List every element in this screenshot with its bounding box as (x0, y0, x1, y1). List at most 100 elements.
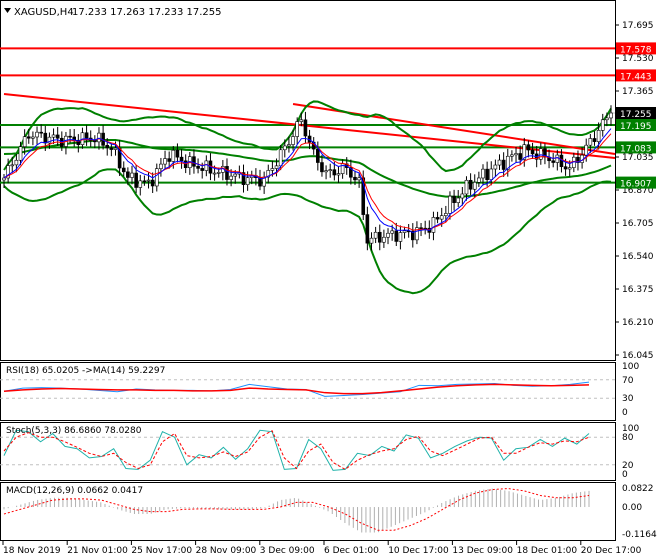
candle-body (382, 236, 386, 243)
candle-body (526, 144, 531, 151)
panel-frame (0, 0, 616, 361)
candle-body (126, 171, 130, 178)
ohlc-readout: 17.233 17.263 17.233 17.255 (72, 7, 222, 18)
candle-body (134, 172, 138, 188)
x-tick-label: 13 Dec 09:00 (452, 546, 513, 556)
candle-body (431, 217, 436, 233)
candle-body (93, 140, 97, 143)
candle-body (55, 134, 60, 139)
x-tick-label: 18 Nov 2019 (3, 546, 61, 556)
candle-body (270, 168, 275, 171)
candle-body (481, 168, 485, 179)
chart-canvas[interactable]: 17.69517.53017.36517.03516.87016.70516.5… (0, 0, 660, 560)
x-tick-label: 18 Dec 01:00 (517, 546, 578, 556)
candle-body (369, 237, 374, 244)
candle-body (142, 180, 147, 183)
candle-body (97, 132, 101, 143)
macd-label: MACD(12,26,9) 0.0662 0.0417 (6, 486, 143, 496)
x-tick-label: 10 Dec 17:00 (388, 546, 449, 556)
candle-body (501, 159, 506, 170)
candle-body (10, 164, 15, 167)
candle-body (175, 149, 180, 158)
candle-body (435, 217, 440, 220)
candle-body (336, 173, 341, 176)
indicator-tick-label: 0.0822 (622, 484, 654, 494)
candle-body (229, 175, 233, 180)
candle-body (192, 156, 196, 167)
stoch-label: Stoch(5,3,3) 86.6860 78.0280 (6, 426, 142, 436)
candle-body (444, 213, 448, 216)
candle-body (287, 144, 291, 147)
indicator-tick-label: -0.1164 (622, 530, 657, 540)
chart-title: XAGUSD,H4 (14, 7, 74, 18)
candle-body (592, 138, 597, 142)
dropdown-triangle-icon[interactable] (4, 8, 11, 13)
candle-body (398, 232, 403, 242)
candle-body (332, 169, 337, 176)
candle-body (419, 227, 423, 230)
x-tick-label: 25 Nov 17:00 (131, 546, 192, 556)
candle-body (600, 119, 605, 131)
candle-body (386, 232, 390, 238)
level-tag-label: 17.083 (620, 144, 652, 154)
indicator-tick-label: 30 (622, 394, 634, 404)
candle-body (109, 147, 114, 150)
candle-body (477, 177, 481, 183)
candle-body (510, 154, 514, 157)
candle-body (448, 195, 452, 214)
candle-body (584, 144, 589, 156)
level-tag-label: 17.195 (620, 122, 652, 132)
candle-body (497, 159, 502, 166)
candle-body (51, 134, 56, 138)
level-tag-label: 17.443 (620, 72, 652, 82)
candle-body (295, 121, 299, 137)
candle-body (291, 136, 295, 145)
candle-body (365, 214, 370, 244)
candle-body (84, 132, 89, 139)
candle-body (460, 193, 465, 199)
y-tick-label: 17.695 (622, 21, 654, 31)
candle-body (31, 136, 35, 139)
indicator-tick-label: 0 (622, 470, 628, 480)
rsi-label: RSI(18) 65.0205 ->MA(14) 59.2297 (6, 366, 165, 376)
candle-body (146, 179, 151, 182)
candle-body (39, 131, 43, 134)
candle-body (472, 181, 477, 190)
y-tick-label: 16.705 (622, 219, 654, 229)
candle-body (105, 145, 110, 149)
stoch-signal-line (3, 430, 590, 470)
y-tick-label: 16.210 (622, 318, 654, 328)
y-tick-label: 16.540 (622, 252, 654, 262)
y-tick-label: 16.375 (622, 285, 654, 295)
candle-body (196, 166, 200, 169)
candle-body (233, 173, 238, 177)
x-tick-label: 21 Nov 01:00 (67, 546, 128, 556)
candle-body (14, 159, 19, 166)
candle-body (26, 136, 31, 139)
trading-chart-window: 17.695 17.530 17.365 17.035 16.870 16.705 16.5… (0, 0, 660, 560)
candle-body (43, 132, 48, 144)
candle-body (163, 158, 167, 165)
indicator-tick-label: 80 (622, 433, 634, 443)
candle-body (150, 179, 155, 187)
candle-body (121, 167, 126, 173)
candle-body (353, 176, 357, 181)
candle-body (113, 147, 118, 150)
candle-body (468, 179, 473, 190)
candle-body (377, 231, 382, 243)
candle-body (555, 154, 560, 163)
level-tag-label: 16.907 (620, 180, 652, 190)
candle-body (204, 160, 209, 171)
candle-body (390, 230, 394, 234)
candle-body (464, 179, 469, 195)
indicator-tick-label: 0 (622, 408, 628, 418)
candle-body (299, 119, 304, 122)
candle-body (278, 149, 283, 167)
bollinger-lower (3, 168, 612, 295)
candle-body (373, 231, 378, 239)
x-tick-label: 3 Dec 09:00 (260, 546, 315, 556)
candle-body (439, 215, 444, 220)
y-tick-label: 17.530 (622, 54, 654, 64)
candle-body (245, 177, 250, 185)
candle-body (179, 156, 184, 162)
